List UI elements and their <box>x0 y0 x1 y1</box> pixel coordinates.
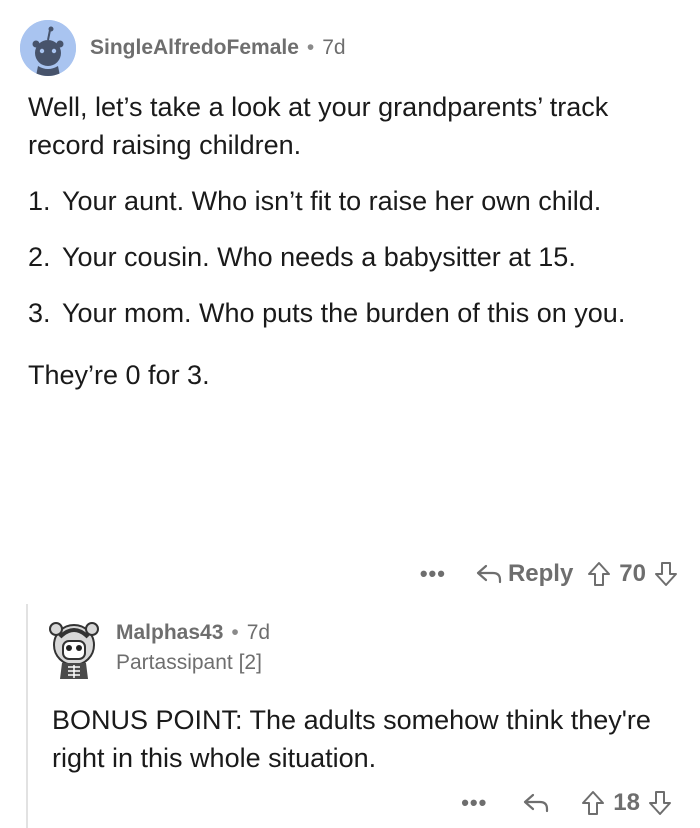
skeleton-snoo-avatar-icon <box>49 622 99 679</box>
comment-list: 1. Your aunt. Who isn’t fit to raise her… <box>28 182 668 332</box>
comment-username[interactable]: SingleAlfredoFemale <box>90 36 299 60</box>
downvote-arrow-icon[interactable] <box>648 790 672 816</box>
meta-separator: • <box>231 621 239 644</box>
list-item-number: 2. <box>28 242 51 272</box>
vote-score: 18 <box>613 789 640 816</box>
comment-action-bar: ••• Reply 70 <box>420 556 678 592</box>
snoo-avatar-icon <box>20 20 76 76</box>
list-item-text: Your aunt. Who isn’t fit to raise her ow… <box>62 186 602 216</box>
comment-closing: They’re 0 for 3. <box>28 360 210 390</box>
comment-intro: Well, let’s take a look at your grandpar… <box>28 92 609 160</box>
reply-username[interactable]: Malphas43 <box>116 621 223 645</box>
reply-body: BONUS POINT: The adults somehow think th… <box>52 701 672 777</box>
upvote-arrow-icon[interactable] <box>587 561 611 587</box>
upvote-arrow-icon[interactable] <box>581 790 605 816</box>
list-item: 3. Your mom. Who puts the burden of this… <box>28 294 668 332</box>
meta-separator: • <box>306 36 315 59</box>
comment-meta: SingleAlfredoFemale • 7d <box>90 36 346 60</box>
reply-arrow-icon[interactable] <box>523 792 549 814</box>
list-item: 2. Your cousin. Who needs a babysitter a… <box>28 238 668 276</box>
vote-score: 70 <box>619 560 646 587</box>
reply-arrow-icon <box>476 563 502 585</box>
list-item-text: Your mom. Who puts the burden of this on… <box>62 298 626 328</box>
thread-line[interactable] <box>26 604 28 828</box>
reply-header: Malphas43 • 7d Partassipant [2] <box>46 617 270 681</box>
more-options-icon[interactable]: ••• <box>420 561 446 587</box>
downvote-arrow-icon[interactable] <box>654 561 678 587</box>
vote-control: 18 <box>581 789 672 817</box>
reply-text: BONUS POINT: The adults somehow think th… <box>52 705 651 773</box>
reply-meta-line: Malphas43 • 7d <box>116 621 270 645</box>
comment-header: SingleAlfredoFemale • 7d <box>20 20 346 76</box>
reply-action-bar: ••• 18 <box>461 786 672 820</box>
list-item-number: 1. <box>28 186 51 216</box>
reply-user-avatar[interactable] <box>46 617 102 681</box>
user-avatar[interactable] <box>20 20 76 76</box>
list-item-number: 3. <box>28 298 51 328</box>
more-options-icon[interactable]: ••• <box>461 790 487 816</box>
comment-body: Well, let’s take a look at your grandpar… <box>28 88 668 394</box>
reply-label: Reply <box>507 560 574 587</box>
list-item: 1. Your aunt. Who isn’t fit to raise her… <box>28 182 668 220</box>
reply-button[interactable]: Reply <box>476 560 573 588</box>
user-flair: Partassipant [2] <box>116 651 262 674</box>
reply-meta: Malphas43 • 7d Partassipant [2] <box>116 621 270 675</box>
vote-control: 70 <box>587 560 678 588</box>
reply-age: 7d <box>246 621 271 644</box>
comment-age: 7d <box>322 36 346 59</box>
list-item-text: Your cousin. Who needs a babysitter at 1… <box>62 242 576 272</box>
